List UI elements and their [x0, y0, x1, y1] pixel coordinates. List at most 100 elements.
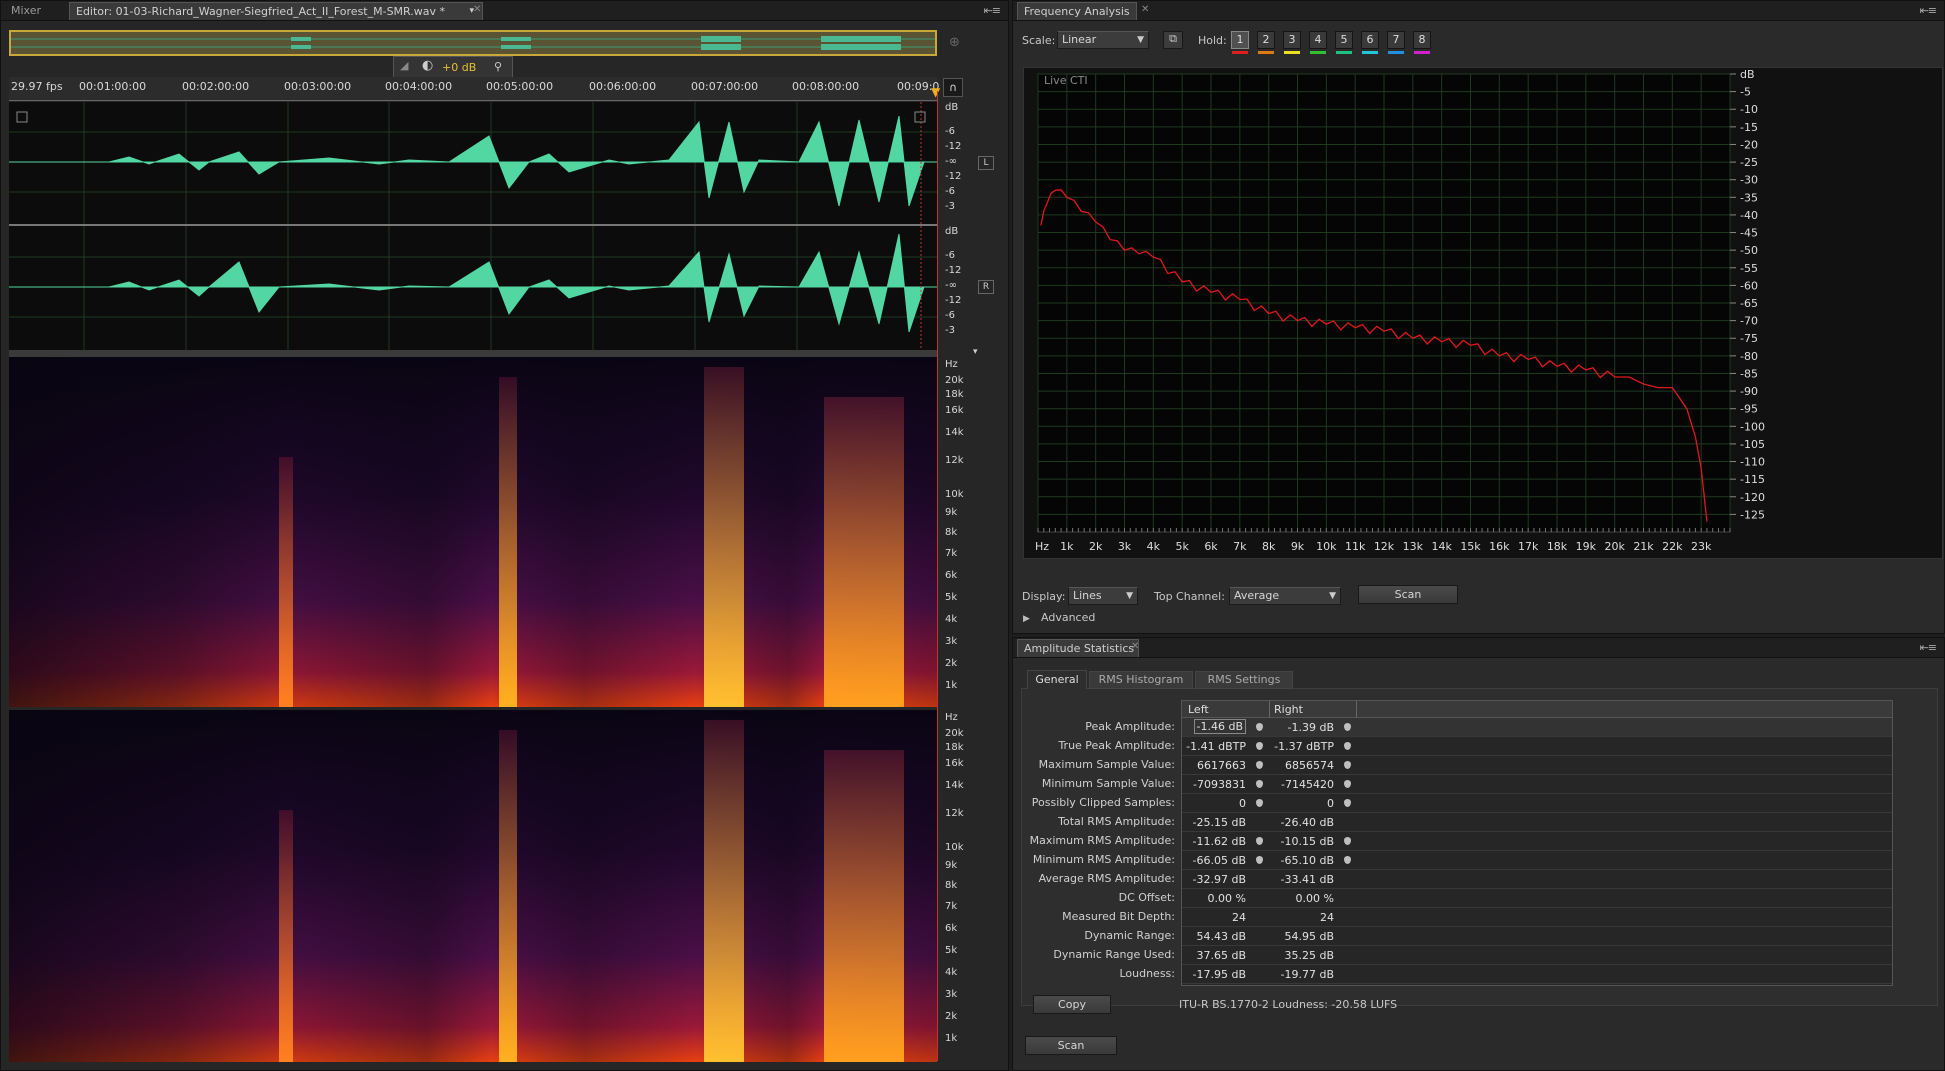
scroll-down-icon[interactable]: ▾ — [973, 347, 978, 357]
marker-pin-icon[interactable] — [1256, 799, 1263, 807]
hold-button-3[interactable]: 3 — [1283, 31, 1301, 54]
x-tick-label: 21k — [1633, 540, 1654, 553]
timeline-ruler[interactable]: 29.97 fps 00:01:00:00 00:02:00:00 00:03:… — [9, 77, 939, 101]
hz-tick: 10k — [945, 489, 964, 500]
marker-pin-icon[interactable] — [1256, 780, 1263, 788]
hold-number: 3 — [1288, 33, 1296, 46]
marker-pin-icon[interactable] — [1344, 799, 1351, 807]
zoom-icon[interactable]: ⊕ — [949, 35, 960, 50]
amplitude-statistics-panel: Amplitude Statistics ✕ ⇤≡ General RMS Hi… — [1012, 637, 1945, 1071]
overview-waveform — [11, 36, 935, 50]
overview-bar[interactable] — [9, 30, 937, 56]
hold-number: 4 — [1314, 33, 1322, 46]
subtab-rms-settings[interactable]: RMS Settings — [1195, 671, 1293, 689]
y-tick-label: -105 — [1740, 438, 1765, 451]
stats-table: Left Right -1.46 dB -1.39 dB -1.41 dBTP -1.… — [1181, 700, 1893, 986]
playhead-line[interactable] — [937, 91, 938, 1061]
tab-mixer[interactable]: Mixer — [5, 2, 47, 20]
stats-right-value: -1.39 dB — [1287, 721, 1335, 734]
x-tick-label: 3k — [1118, 540, 1132, 553]
db-tick: -12 — [945, 265, 962, 276]
advanced-label[interactable]: Advanced — [1041, 611, 1095, 624]
marker-pin-icon[interactable] — [1256, 837, 1263, 845]
marker-pin-icon[interactable] — [1256, 723, 1263, 731]
spectrogram-left[interactable] — [9, 357, 937, 707]
headphones-button[interactable]: ∩ — [943, 78, 963, 97]
stats-right-value: 0 — [1327, 797, 1334, 810]
marker-pin-icon[interactable] — [1344, 856, 1351, 864]
tab-frequency-analysis[interactable]: Frequency Analysis — [1017, 2, 1137, 20]
db-tick: -6 — [945, 186, 955, 197]
live-cti-label: Live CTI — [1044, 74, 1088, 87]
subtab-rms-histogram[interactable]: RMS Histogram — [1089, 671, 1193, 689]
close-icon[interactable]: ✕ — [1141, 4, 1149, 15]
stats-right-value: -10.15 dB — [1280, 835, 1335, 848]
stats-table-header: Left Right — [1182, 701, 1892, 718]
panel-menu-icon[interactable]: ⇤≡ — [1920, 4, 1937, 17]
spectrogram-right[interactable] — [9, 710, 937, 1062]
hold-color-swatch — [1310, 51, 1326, 54]
db-tick: -∞ — [945, 280, 957, 291]
tab-editor-label: Editor: 01-03-Richard_Wagner-Siegfried_A… — [76, 5, 446, 18]
marker-pin-icon[interactable] — [1256, 742, 1263, 750]
hold-button-1[interactable]: 1 — [1231, 31, 1249, 54]
hz-tick: 14k — [945, 780, 964, 791]
y-tick-label: -85 — [1740, 367, 1758, 380]
freq-scan-button[interactable]: Scan — [1358, 585, 1458, 604]
top-channel-select[interactable]: Average ▼ — [1229, 587, 1341, 605]
marker-pin-icon[interactable] — [1344, 780, 1351, 788]
playhead-marker-icon[interactable]: ▼ — [931, 85, 940, 99]
hz-tick: 2k — [945, 658, 958, 669]
view-divider[interactable] — [9, 350, 937, 357]
time-tick: 00:05:00:00 — [486, 80, 554, 93]
hz-tick: 7k — [945, 901, 958, 912]
hold-button-8[interactable]: 8 — [1413, 31, 1431, 54]
close-icon[interactable]: ✕ — [473, 4, 481, 15]
scale-select[interactable]: Linear ▼ — [1057, 31, 1149, 49]
db-scale-right: dB -6 -12 -∞ -12 -6 -3 — [941, 226, 971, 346]
marker-pin-icon[interactable] — [1344, 761, 1351, 769]
channel-l-button[interactable]: L — [978, 156, 994, 170]
hold-button-2[interactable]: 2 — [1257, 31, 1275, 54]
hold-button-4[interactable]: 4 — [1309, 31, 1327, 54]
hold-button-7[interactable]: 7 — [1387, 31, 1405, 54]
y-tick-label: -25 — [1740, 156, 1758, 169]
channel-r-button[interactable]: R — [978, 280, 994, 294]
pin-icon[interactable]: ⚲ — [494, 60, 502, 73]
marker-pin-icon[interactable] — [1256, 856, 1263, 864]
volume-knob-icon[interactable]: ◐ — [422, 58, 433, 73]
hz-tick: 18k — [945, 742, 964, 753]
marker-pin-icon[interactable] — [1344, 837, 1351, 845]
tab-amplitude-statistics[interactable]: Amplitude Statistics — [1017, 639, 1139, 657]
advanced-expand-icon[interactable]: ▶ — [1023, 614, 1030, 624]
panel-menu-icon[interactable]: ⇤≡ — [984, 4, 1001, 17]
db-tick: -3 — [945, 325, 955, 336]
stats-row-label: Dynamic Range: — [1084, 929, 1175, 942]
db-tick: -6 — [945, 126, 955, 137]
close-icon[interactable]: ✕ — [1131, 641, 1139, 652]
level-meter-icon: ◢ — [400, 59, 409, 72]
marker-pin-icon[interactable] — [1344, 723, 1351, 731]
copy-button[interactable]: Copy — [1033, 995, 1111, 1014]
gain-label[interactable]: +0 dB — [442, 61, 476, 74]
frequency-graph[interactable]: Hz 1k 2k 3k 4k 5k 6k 7k 8k 9k 10k 11k 12k 13k 14k 15k 16… — [1023, 67, 1943, 559]
stats-right-value: -65.10 dB — [1280, 854, 1335, 867]
tab-editor[interactable]: Editor: 01-03-Richard_Wagner-Siegfried_A… — [69, 2, 483, 20]
stats-scan-button[interactable]: Scan — [1025, 1036, 1117, 1055]
subtab-general[interactable]: General — [1027, 670, 1087, 689]
copy-graph-button[interactable]: ⧉ — [1163, 31, 1183, 49]
marker-pin-icon[interactable] — [1344, 742, 1351, 750]
stats-left-value: -17.95 dB — [1192, 968, 1247, 981]
stats-left-value: -1.46 dB — [1193, 719, 1246, 734]
display-label: Display: — [1022, 590, 1066, 603]
display-select[interactable]: Lines ▼ — [1068, 587, 1138, 605]
panel-menu-icon[interactable]: ⇤≡ — [1920, 641, 1937, 654]
chevron-down-icon: ▼ — [1137, 35, 1144, 45]
hold-button-6[interactable]: 6 — [1361, 31, 1379, 54]
stats-right-value: -7145420 — [1281, 778, 1334, 791]
waveform-area[interactable] — [9, 102, 937, 350]
time-tick: 00:01:00:00 — [79, 80, 147, 93]
y-tick-label: -40 — [1740, 209, 1758, 222]
hold-button-5[interactable]: 5 — [1335, 31, 1353, 54]
marker-pin-icon[interactable] — [1256, 761, 1263, 769]
